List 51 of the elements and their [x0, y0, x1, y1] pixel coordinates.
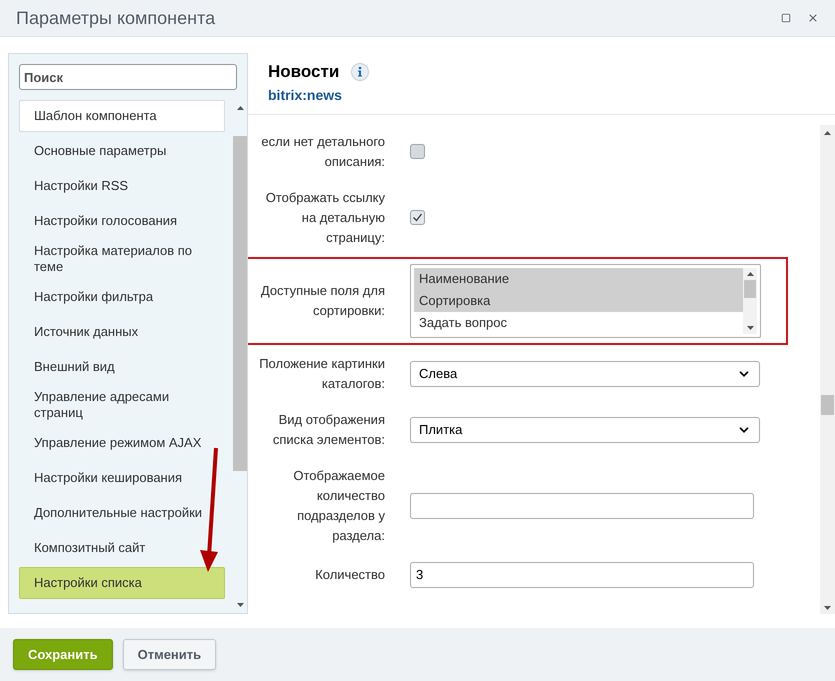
listbox[interactable]: Наименование Сортировка Задать вопрос: [410, 264, 761, 338]
dropdown[interactable]: Слева: [410, 360, 760, 386]
scroll-up-icon[interactable]: [824, 130, 831, 134]
field-label: Вид отображения списка элементов:: [272, 410, 385, 448]
checkbox[interactable]: [410, 144, 425, 159]
scroll-down-icon[interactable]: [236, 603, 244, 607]
maximize-icon[interactable]: [781, 13, 791, 23]
scroll-up-icon[interactable]: [236, 106, 244, 110]
input-field[interactable]: 3: [410, 562, 754, 588]
scroll-down-icon[interactable]: [824, 606, 831, 610]
field-label: если нет детального описания:: [260, 132, 385, 170]
sidebar-item[interactable]: Дополнительные настройки: [19, 497, 225, 529]
sidebar-item[interactable]: Настройки RSS: [19, 170, 225, 202]
field-label: Отображаемое количество подразделов у раздела:: [292, 466, 385, 545]
window-title: Параметры компонента: [16, 6, 216, 30]
sidebar-item[interactable]: Настройки фильтра: [19, 281, 225, 313]
sidebar-item[interactable]: Настройка материалов по теме: [19, 240, 225, 278]
scroll-up-icon[interactable]: [746, 272, 754, 276]
list-option[interactable]: Задать вопрос: [414, 312, 743, 334]
field-label: Доступные поля для сортировки:: [260, 282, 385, 320]
scrollbar-thumb[interactable]: [233, 136, 247, 471]
scroll-down-icon[interactable]: [746, 326, 754, 330]
scrollbar[interactable]: [743, 268, 757, 334]
sidebar-item[interactable]: Источник данных: [19, 316, 225, 348]
checkbox[interactable]: [410, 210, 425, 225]
sidebar-item[interactable]: Управление режимом AJAX: [19, 427, 225, 459]
sidebar-item[interactable]: Внешний вид: [19, 351, 225, 383]
list-option[interactable]: Сортировка: [414, 290, 743, 312]
sidebar-item[interactable]: Управление адресами страниц: [19, 386, 225, 424]
scrollbar-thumb[interactable]: [821, 394, 834, 414]
close-icon[interactable]: [807, 12, 819, 24]
dropdown[interactable]: Плитка: [410, 416, 760, 442]
scrollbar[interactable]: [820, 124, 835, 614]
list-option[interactable]: Наименование: [414, 268, 743, 290]
footer-button[interactable]: Отменить: [122, 639, 216, 670]
sidebar-item[interactable]: Настройки кеширования: [19, 462, 225, 494]
info-icon[interactable]: [351, 62, 370, 81]
field-label: Количество: [314, 566, 385, 584]
component-code: bitrix:news: [268, 86, 343, 104]
sidebar-item[interactable]: Шаблон компонента: [19, 100, 225, 132]
scrollbar-thumb[interactable]: [744, 280, 756, 298]
field-label: Отображать ссылку на детальную страницу:: [264, 188, 385, 247]
component-title: Новости: [268, 61, 340, 83]
checkmark-icon: [412, 212, 423, 223]
field-label: Положение картинки каталогов:: [258, 354, 385, 392]
sidebar-item[interactable]: Композитный сайт: [19, 532, 225, 564]
input-field[interactable]: [410, 492, 754, 518]
sidebar-item[interactable]: Основные параметры: [19, 135, 225, 167]
search-field[interactable]: Поиск: [19, 64, 237, 90]
sidebar-item[interactable]: Настройки списка: [19, 567, 225, 599]
sidebar-item[interactable]: Настройки голосования: [19, 205, 225, 237]
